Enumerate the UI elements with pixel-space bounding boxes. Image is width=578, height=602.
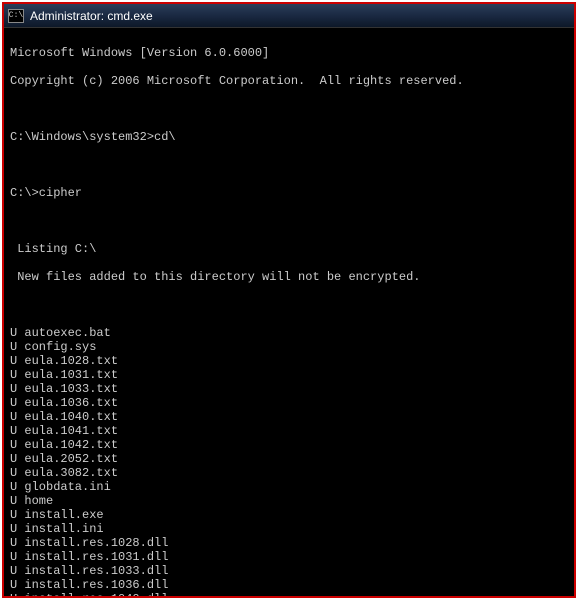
titlebar[interactable]: C:\ Administrator: cmd.exe [4, 4, 574, 28]
file-entry: U eula.1028.txt [10, 354, 568, 368]
prompt-cipher: C:\>cipher [10, 186, 568, 200]
file-entry: U eula.1042.txt [10, 438, 568, 452]
file-entry: U eula.1033.txt [10, 382, 568, 396]
file-entry: U eula.1036.txt [10, 396, 568, 410]
listing-message: New files added to this directory will n… [10, 270, 568, 284]
file-entry: U install.res.1033.dll [10, 564, 568, 578]
file-entry: U install.res.1036.dll [10, 578, 568, 592]
file-entry: U eula.1041.txt [10, 424, 568, 438]
window-title: Administrator: cmd.exe [30, 9, 153, 23]
listing-header: Listing C:\ [10, 242, 568, 256]
file-entry: U eula.2052.txt [10, 452, 568, 466]
file-entry: U install.exe [10, 508, 568, 522]
file-entry: U eula.1031.txt [10, 368, 568, 382]
file-entry: U install.res.1028.dll [10, 536, 568, 550]
file-entry: U install.res.1031.dll [10, 550, 568, 564]
terminal-output[interactable]: Microsoft Windows [Version 6.0.6000] Cop… [4, 28, 574, 596]
file-entry: U globdata.ini [10, 480, 568, 494]
file-entry: U install.res.1040.dll [10, 592, 568, 596]
cmd-icon: C:\ [8, 9, 24, 23]
file-entry: U install.ini [10, 522, 568, 536]
cmd-window: C:\ Administrator: cmd.exe Microsoft Win… [2, 2, 576, 598]
file-entry: U autoexec.bat [10, 326, 568, 340]
file-entry: U eula.1040.txt [10, 410, 568, 424]
file-entry: U home [10, 494, 568, 508]
file-entry: U config.sys [10, 340, 568, 354]
file-listing: U autoexec.batU config.sysU eula.1028.tx… [10, 326, 568, 596]
header-version: Microsoft Windows [Version 6.0.6000] [10, 46, 568, 60]
header-copyright: Copyright (c) 2006 Microsoft Corporation… [10, 74, 568, 88]
prompt-cd: C:\Windows\system32>cd\ [10, 130, 568, 144]
cmd-icon-text: C:\ [9, 12, 23, 20]
file-entry: U eula.3082.txt [10, 466, 568, 480]
